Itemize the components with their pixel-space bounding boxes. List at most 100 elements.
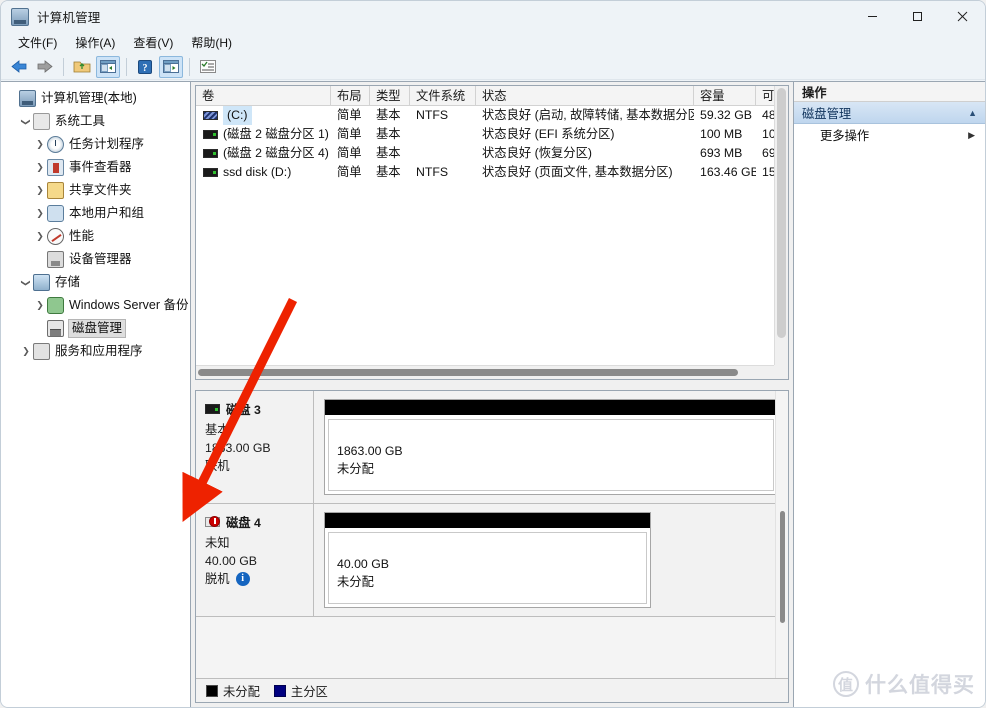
chevron-right-icon[interactable]: ❯ — [33, 161, 47, 175]
back-button[interactable] — [7, 56, 31, 78]
tree-node-3[interactable]: ❯ 事件查看器 — [1, 156, 190, 179]
scrollbar-thumb[interactable] — [780, 511, 785, 623]
disk-view-vertical-scrollbar[interactable] — [775, 391, 788, 678]
volume-layout-cell: 简单 — [337, 165, 362, 179]
actions-list: 更多操作 ▶ — [794, 124, 985, 707]
disk-info-panel[interactable]: 磁盘 3 基本 1863.00 GB 联机 — [196, 391, 314, 503]
partition-color-bar — [325, 400, 777, 416]
disk-row[interactable]: 磁盘 3 基本 1863.00 GB 联机 1863.00 GB 未分配 — [196, 391, 788, 504]
volume-column-header-0[interactable]: 卷 — [196, 86, 331, 105]
volume-icon — [203, 168, 218, 177]
backup-icon — [47, 297, 64, 314]
tree-node-6[interactable]: ❯ 性能 — [1, 225, 190, 248]
tree-node-4[interactable]: ❯ 共享文件夹 — [1, 179, 190, 202]
partition-block[interactable]: 40.00 GB 未分配 — [324, 512, 651, 608]
disk-title: 磁盘 4 — [205, 513, 313, 531]
action-more-actions[interactable]: 更多操作 ▶ — [794, 124, 985, 146]
partition-state: 未分配 — [337, 462, 374, 476]
volume-list-horizontal-scrollbar[interactable] — [196, 365, 774, 379]
volume-column-header-2[interactable]: 类型 — [370, 86, 410, 105]
show-hide-tree-button[interactable] — [96, 55, 120, 78]
chevron-right-icon[interactable]: ❯ — [33, 184, 47, 198]
volume-column-header-5[interactable]: 容量 — [694, 86, 756, 105]
volume-row[interactable]: (磁盘 2 磁盘分区 1) 简单 基本 状态良好 (EFI 系统分区) 100 MB 10… — [196, 125, 788, 144]
volume-name-label: (磁盘 2 磁盘分区 4) — [223, 146, 329, 160]
computer-management-window: 计算机管理 文件(F) 操作(A) 查看(V) 帮助(H) ? 计算机管理(本地… — [0, 0, 986, 708]
chevron-up-icon[interactable]: ▲ — [968, 108, 977, 118]
properties-button[interactable] — [196, 56, 220, 78]
disk-status-line: 脱机 i — [205, 570, 313, 588]
scrollbar-thumb[interactable] — [198, 369, 738, 376]
disk-size-line: 1863.00 GB — [205, 441, 271, 455]
svg-text:?: ? — [143, 63, 148, 74]
volume-name-cell: (磁盘 2 磁盘分区 1) — [196, 125, 331, 144]
maximize-button[interactable] — [895, 1, 940, 32]
volume-name-label: ssd disk (D:) — [223, 165, 292, 179]
tree-node-8[interactable]: ❯ 存储 — [1, 271, 190, 294]
close-button[interactable] — [940, 1, 985, 32]
up-one-level-button[interactable] — [70, 56, 94, 78]
volume-type-cell: 基本 — [376, 127, 401, 141]
clock-icon — [47, 136, 64, 153]
volume-capacity-cell: 59.32 GB — [700, 108, 752, 122]
chevron-right-icon[interactable]: ❯ — [33, 138, 47, 152]
disk-info-panel[interactable]: 磁盘 4 未知 40.00 GB 脱机 i — [196, 504, 314, 616]
partition-size: 40.00 GB — [337, 557, 389, 571]
volume-name-label: (磁盘 2 磁盘分区 1) — [223, 127, 329, 141]
disk-title-label: 磁盘 4 — [226, 516, 261, 530]
help-button[interactable]: ? — [133, 56, 157, 78]
chevron-right-icon[interactable]: ▶ — [968, 130, 975, 141]
menu-help[interactable]: 帮助(H) — [182, 33, 241, 53]
info-icon[interactable]: i — [235, 572, 250, 586]
actions-pane: 操作 磁盘管理 ▲ 更多操作 ▶ — [793, 81, 985, 707]
tree-node-5[interactable]: ❯ 本地用户和组 — [1, 202, 190, 225]
tree-node-2[interactable]: ❯ 任务计划程序 — [1, 133, 190, 156]
volume-type-cell: 基本 — [376, 165, 401, 179]
tree-node-9[interactable]: ❯ Windows Server 备份 — [1, 294, 190, 317]
partition-block[interactable]: 1863.00 GB 未分配 — [324, 399, 778, 495]
forward-button[interactable] — [33, 56, 57, 78]
toolbar-separator — [63, 57, 64, 76]
tree-node-7[interactable]: 设备管理器 — [1, 248, 190, 271]
volume-column-header-3[interactable]: 文件系统 — [410, 86, 476, 105]
event-viewer-icon — [47, 159, 64, 176]
volume-capacity-cell: 693 MB — [700, 146, 743, 160]
volume-column-header-4[interactable]: 状态 — [476, 86, 694, 105]
chevron-down-icon[interactable]: ❯ — [19, 115, 33, 129]
volume-list-rows: (C:) 简单 基本 NTFS 状态良好 (启动, 故障转储, 基本数据分区) 59.32… — [196, 106, 788, 182]
tree-node-11[interactable]: ❯ 服务和应用程序 — [1, 340, 190, 363]
volume-layout-cell: 简单 — [337, 146, 362, 160]
partition-state: 未分配 — [337, 575, 374, 589]
tree-node-label: Windows Server 备份 — [69, 298, 189, 312]
volume-row[interactable]: (磁盘 2 磁盘分区 4) 简单 基本 状态良好 (恢复分区) 693 MB 693 — [196, 144, 788, 163]
disk-legend: 未分配 主分区 — [196, 678, 788, 702]
pane-splitter[interactable] — [195, 383, 789, 389]
volume-icon — [203, 149, 218, 158]
actions-group-disk-management[interactable]: 磁盘管理 ▲ — [794, 102, 985, 124]
show-hide-actions-button[interactable] — [159, 55, 183, 78]
menu-view[interactable]: 查看(V) — [124, 33, 182, 53]
menu-file[interactable]: 文件(F) — [9, 33, 66, 53]
disk-row[interactable]: 磁盘 4 未知 40.00 GB 脱机 i 40.00 GB 未分配 — [196, 504, 788, 617]
tree-node-10[interactable]: 磁盘管理 — [1, 317, 190, 340]
toolbar-separator-3 — [189, 57, 190, 76]
tree-node-label: 服务和应用程序 — [55, 344, 143, 358]
tree-node-1[interactable]: ❯ 系统工具 — [1, 110, 190, 133]
volume-type-cell: 基本 — [376, 108, 401, 122]
chevron-down-icon[interactable]: ❯ — [19, 276, 33, 290]
minimize-button[interactable] — [850, 1, 895, 32]
volume-row[interactable]: (C:) 简单 基本 NTFS 状态良好 (启动, 故障转储, 基本数据分区) 59.32… — [196, 106, 788, 125]
disk-size-line: 40.00 GB — [205, 554, 257, 568]
volume-list-vertical-scrollbar[interactable] — [774, 86, 788, 365]
volume-row[interactable]: ssd disk (D:) 简单 基本 NTFS 状态良好 (页面文件, 基本数据分区)… — [196, 163, 788, 182]
scrollbar-thumb[interactable] — [777, 88, 786, 338]
volume-column-header-1[interactable]: 布局 — [331, 86, 370, 105]
menu-action[interactable]: 操作(A) — [66, 33, 124, 53]
tree-node-0[interactable]: 计算机管理(本地) — [1, 87, 190, 110]
chevron-right-icon[interactable]: ❯ — [19, 345, 33, 359]
chevron-right-icon[interactable]: ❯ — [33, 230, 47, 244]
tree-node-label: 磁盘管理 — [68, 319, 127, 338]
computer-management-icon — [11, 7, 29, 26]
chevron-right-icon[interactable]: ❯ — [33, 207, 47, 221]
chevron-right-icon[interactable]: ❯ — [33, 299, 47, 313]
